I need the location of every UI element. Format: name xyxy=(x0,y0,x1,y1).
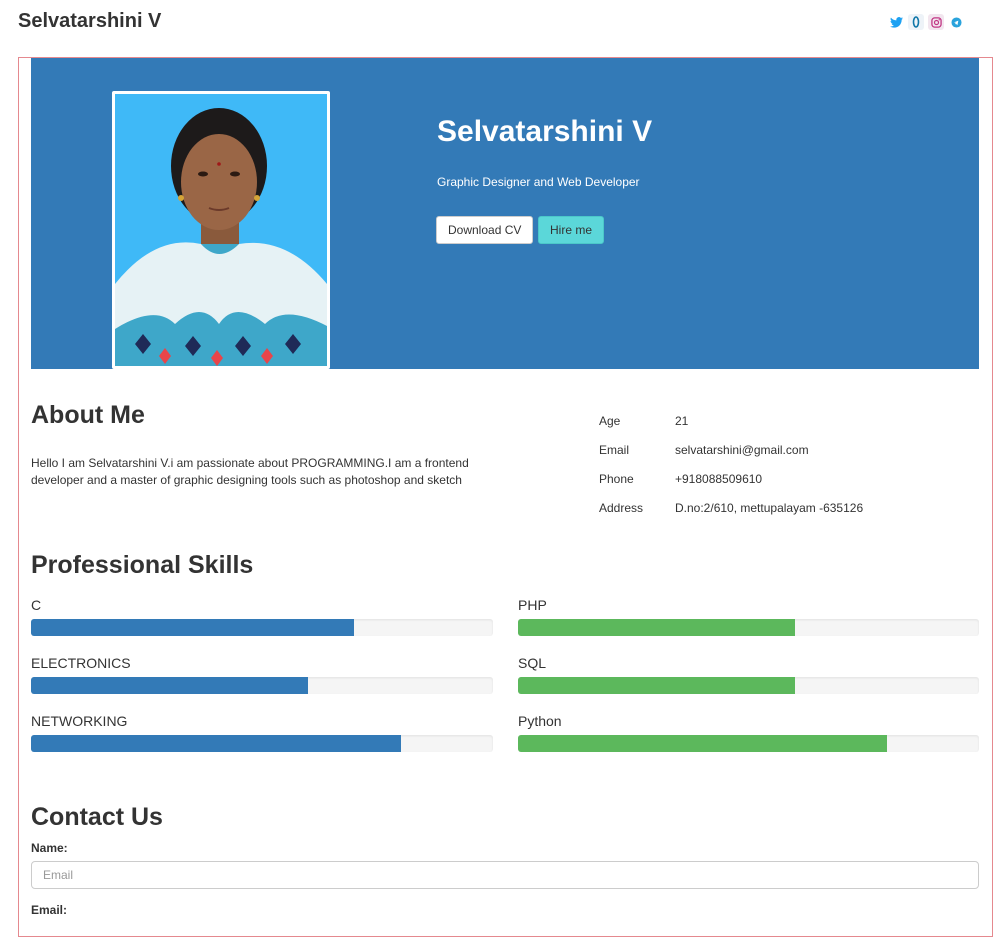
progress-bar xyxy=(518,619,979,636)
info-value: 21 xyxy=(675,414,689,428)
progress-fill xyxy=(518,619,795,636)
info-row-phone: Phone +918088509610 xyxy=(599,472,863,501)
name-label: Name: xyxy=(31,841,68,855)
skill-electronics: ELECTRONICS xyxy=(31,655,493,694)
social-links xyxy=(888,14,964,30)
skill-python: Python xyxy=(518,713,980,752)
instagram-icon[interactable] xyxy=(928,14,944,30)
twitter-icon[interactable] xyxy=(888,14,904,30)
info-value: +918088509610 xyxy=(675,472,763,486)
skill-c: C xyxy=(31,597,493,636)
progress-fill xyxy=(518,677,795,694)
info-value: D.no:2/610, mettupalayam -635126 xyxy=(675,501,864,515)
info-key: Phone xyxy=(599,472,634,486)
telegram-icon[interactable] xyxy=(948,14,964,30)
info-key: Address xyxy=(599,501,644,515)
profile-photo xyxy=(112,91,330,369)
email-label: Email: xyxy=(31,903,68,917)
info-row-age: Age 21 xyxy=(599,414,863,443)
hero-banner: Selvatarshini V Graphic Designer and Web… xyxy=(31,58,979,369)
info-key: Email xyxy=(599,443,630,457)
progress-bar xyxy=(31,735,493,752)
brand-title[interactable]: Selvatarshini V xyxy=(18,10,161,33)
progress-fill xyxy=(31,619,355,636)
progress-bar xyxy=(31,619,493,636)
skill-sql: SQL xyxy=(518,655,980,694)
about-text: Hello I am Selvatarshini V.i am passiona… xyxy=(31,456,469,487)
skill-label: NETWORKING xyxy=(31,713,128,729)
skill-label: SQL xyxy=(518,655,547,671)
skill-label: C xyxy=(31,597,42,613)
info-row-email: Email selvatarshini@gmail.com xyxy=(599,443,863,472)
name-input[interactable] xyxy=(31,861,979,889)
download-cv-button[interactable]: Download CV xyxy=(436,216,534,244)
progress-fill xyxy=(518,735,887,752)
hire-me-button[interactable]: Hire me xyxy=(538,216,605,244)
progress-fill xyxy=(31,677,309,694)
progress-bar xyxy=(518,677,979,694)
skill-label: ELECTRONICS xyxy=(31,655,131,671)
skill-networking: NETWORKING xyxy=(31,713,493,752)
linkedin-icon[interactable] xyxy=(908,14,924,30)
info-row-address: Address D.no:2/610, mettupalayam -635126 xyxy=(599,501,863,530)
progress-fill xyxy=(31,735,401,752)
hero-tagline: Graphic Designer and Web Developer xyxy=(437,175,640,189)
hero-name: Selvatarshini V xyxy=(437,115,653,148)
top-navbar: Selvatarshini V xyxy=(0,0,997,50)
info-value: selvatarshini@gmail.com xyxy=(675,443,809,457)
skill-label: PHP xyxy=(518,597,547,613)
personal-info: Age 21 Email selvatarshini@gmail.com Pho… xyxy=(599,414,863,530)
about-heading: About Me xyxy=(31,401,145,429)
skill-label: Python xyxy=(518,713,562,729)
progress-bar xyxy=(518,735,979,752)
contact-heading: Contact Us xyxy=(31,803,163,831)
info-key: Age xyxy=(599,414,621,428)
skills-heading: Professional Skills xyxy=(31,551,254,579)
progress-bar xyxy=(31,677,493,694)
skill-php: PHP xyxy=(518,597,980,636)
